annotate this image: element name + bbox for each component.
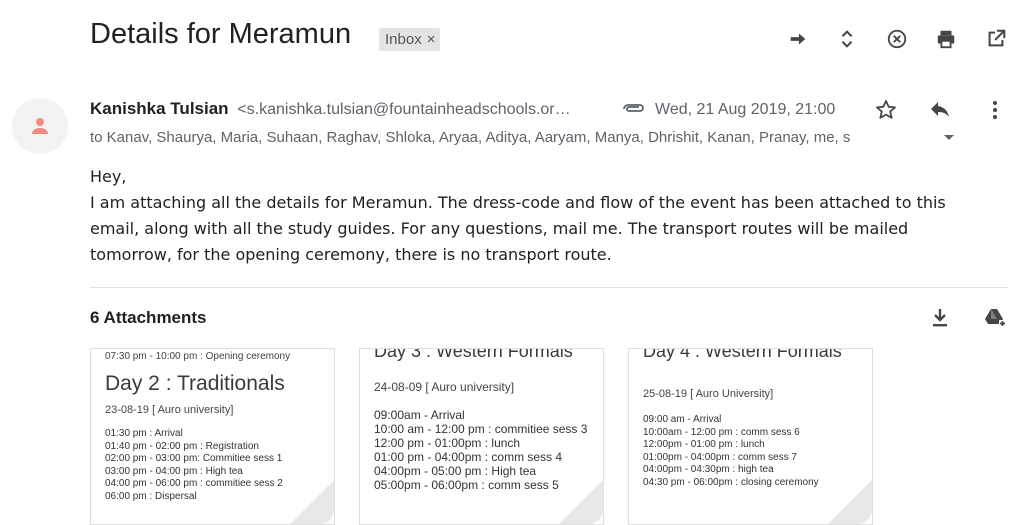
- sender-email: <s.kanishka.tulsian@fountainheadschools.…: [237, 101, 571, 118]
- sender-line: Kanishka Tulsian <s.kanishka.tulsian@fou…: [90, 99, 571, 119]
- print-icon[interactable]: [933, 26, 959, 52]
- attachment-thumbnail[interactable]: Day 4 : Western Formals 25-08-19 [ Auro …: [628, 348, 873, 525]
- thumb-line: 09:00am - Arrival: [374, 408, 465, 422]
- page-curl-icon: [559, 480, 603, 524]
- thumb-top-line: 07:30 pm - 10:00 pm : Opening ceremony: [105, 351, 291, 362]
- thumb-top-line: Day 3 : Western Formals: [374, 348, 573, 361]
- divider: [90, 287, 1008, 288]
- thumb-line: 12:00 pm - 01:00pm : lunch: [374, 436, 521, 450]
- recipients-list: to Kanav, Shaurya, Maria, Suhaan, Raghav…: [90, 129, 851, 146]
- thumb-line: 04:00pm - 05:00 pm : High tea: [374, 464, 537, 478]
- attachment-thumbnail[interactable]: 07:30 pm - 10:00 pm : Opening ceremony D…: [90, 348, 335, 525]
- open-in-new-icon[interactable]: [983, 26, 1009, 52]
- add-to-drive-icon[interactable]: [981, 304, 1009, 332]
- attachment-icon: [623, 104, 644, 112]
- body-line: I am attaching all the details for Meram…: [90, 193, 946, 212]
- sender-name[interactable]: Kanishka Tulsian: [90, 99, 229, 118]
- thumb-line: 06:00 pm : Dispersal: [105, 490, 197, 502]
- thumb-line: 01:00pm - 04:00pm : comm sess 7: [643, 451, 797, 463]
- email-body: Hey, I am attaching all the details for …: [90, 164, 1000, 268]
- thumb-top-line: Day 4 : Western Formals: [643, 348, 842, 361]
- person-icon: [32, 118, 48, 134]
- thumb-line: 03:00 pm - 04:00 pm : High tea: [105, 465, 243, 477]
- sender-avatar[interactable]: [12, 98, 68, 154]
- page-curl-icon: [828, 480, 872, 524]
- thumb-line: 04:00 pm - 06:00 pm : commitiee sess 2: [105, 478, 283, 489]
- thumb-line: 02:00 pm - 03:00 pm: Commitiee sess 1: [105, 453, 283, 464]
- more-options-icon[interactable]: [981, 96, 1009, 124]
- thumb-subtitle: 25-08-19 [ Auro University]: [643, 388, 774, 400]
- body-line: tomorrow, for the opening ceremony, ther…: [90, 245, 612, 264]
- close-circle-icon[interactable]: [884, 26, 910, 52]
- body-greeting: Hey,: [90, 167, 127, 186]
- thumb-line: 10:00am - 12:00 pm : comm sess 6: [643, 426, 800, 438]
- thumb-line: 04:00pm - 04:30pm : high tea: [643, 464, 774, 475]
- thumb-line: 05:00pm - 06:00pm : comm sess 5: [374, 478, 559, 492]
- attachments-title: 6 Attachments: [90, 308, 207, 327]
- body-line: email, along with all the study guides. …: [90, 219, 909, 238]
- expand-collapse-icon[interactable]: [834, 26, 860, 52]
- inbox-label-chip[interactable]: Inbox ×: [379, 28, 441, 51]
- label-chip-text: Inbox: [385, 31, 422, 48]
- download-all-icon[interactable]: [926, 304, 954, 332]
- thumb-heading: Day 2 : Traditionals: [105, 372, 285, 395]
- email-subject: Details for Meramun: [90, 18, 352, 50]
- thumb-line: 01:30 pm : Arrival: [105, 428, 183, 439]
- thumb-subtitle: 23-08-19 [ Auro university]: [105, 404, 234, 416]
- thumb-line: 04:30 pm - 06:00pm : closing ceremony: [643, 476, 819, 488]
- page-curl-icon: [290, 480, 334, 524]
- star-icon[interactable]: [872, 96, 900, 124]
- remove-label-icon[interactable]: ×: [427, 31, 436, 48]
- thumb-line: 10:00 am - 12:00 pm : commitiee sess 3: [374, 422, 588, 436]
- thumb-line: 12:00pm - 01:00 pm : lunch: [643, 439, 765, 450]
- thumb-line: 01:40 pm - 02:00 pm : Registration: [105, 440, 259, 452]
- attachment-thumbnail[interactable]: Day 3 : Western Formals 24-08-09 [ Auro …: [359, 348, 604, 525]
- thumb-line: 09:00 am - Arrival: [643, 414, 722, 425]
- thumb-line: 01:00 pm - 04:00pm : comm sess 4: [374, 450, 563, 464]
- chevron-down-icon[interactable]: [942, 130, 956, 144]
- email-date: Wed, 21 Aug 2019, 21:00: [655, 101, 836, 118]
- forward-arrow-icon[interactable]: [785, 26, 811, 52]
- reply-icon[interactable]: [926, 96, 954, 124]
- thumb-subtitle: 24-08-09 [ Auro university]: [374, 380, 515, 394]
